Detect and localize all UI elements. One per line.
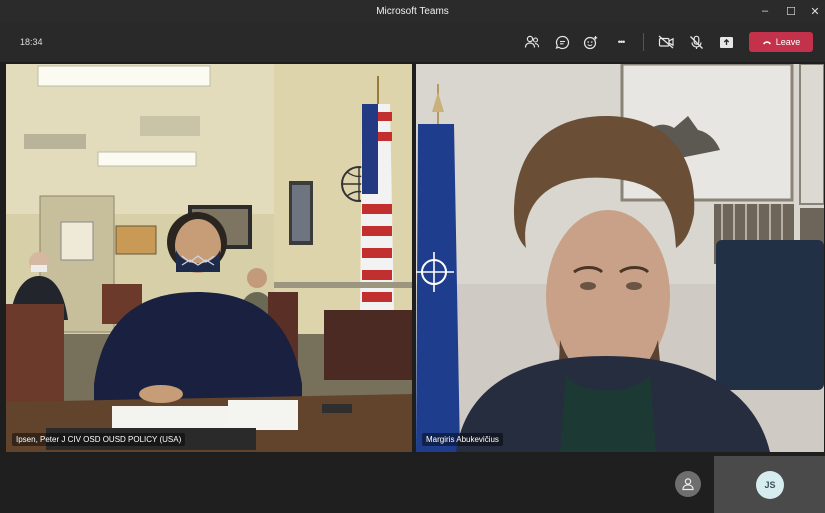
- meeting-timer: 18:34: [20, 37, 43, 47]
- self-view-panel[interactable]: JS: [714, 456, 825, 513]
- share-icon: [719, 36, 733, 48]
- more-options-button[interactable]: •••: [610, 31, 632, 53]
- guest-avatar[interactable]: [675, 471, 701, 497]
- chat-button[interactable]: [551, 31, 573, 53]
- toolbar-divider: [643, 33, 644, 51]
- share-screen-button[interactable]: [715, 31, 737, 53]
- video-tile-remote-participant[interactable]: Margiris Abukevičius: [416, 64, 824, 452]
- participants-button[interactable]: [521, 31, 543, 53]
- people-icon: [524, 35, 540, 48]
- participant-strip: JS: [0, 454, 825, 513]
- video-stage: Ipsen, Peter J CIV OSD OUSD POLICY (USA): [0, 62, 825, 513]
- participant-name-label: Margiris Abukevičius: [422, 433, 503, 446]
- hang-up-icon: [762, 41, 771, 45]
- window-title: Microsoft Teams: [376, 6, 449, 17]
- video-tile-conference-room[interactable]: Ipsen, Peter J CIV OSD OUSD POLICY (USA): [6, 64, 412, 452]
- remote-participant-video: [416, 64, 824, 452]
- conference-room-video: [6, 64, 412, 452]
- title-bar: Microsoft Teams – ☐ ✕: [0, 0, 825, 22]
- close-button[interactable]: ✕: [800, 0, 825, 22]
- leave-label: Leave: [775, 37, 801, 47]
- camera-off-icon: [658, 35, 674, 49]
- meeting-toolbar: 18:34 ••• Leave: [0, 22, 825, 62]
- reactions-button[interactable]: [580, 31, 602, 53]
- participant-name-label: Ipsen, Peter J CIV OSD OUSD POLICY (USA): [12, 433, 186, 446]
- mic-off-icon: [689, 35, 703, 49]
- person-icon: [682, 478, 694, 491]
- camera-toggle-button[interactable]: [655, 31, 677, 53]
- leave-button[interactable]: Leave: [749, 32, 813, 52]
- mic-toggle-button[interactable]: [685, 31, 707, 53]
- reactions-icon: [583, 35, 598, 49]
- chat-icon: [555, 35, 569, 49]
- self-avatar: JS: [756, 471, 784, 499]
